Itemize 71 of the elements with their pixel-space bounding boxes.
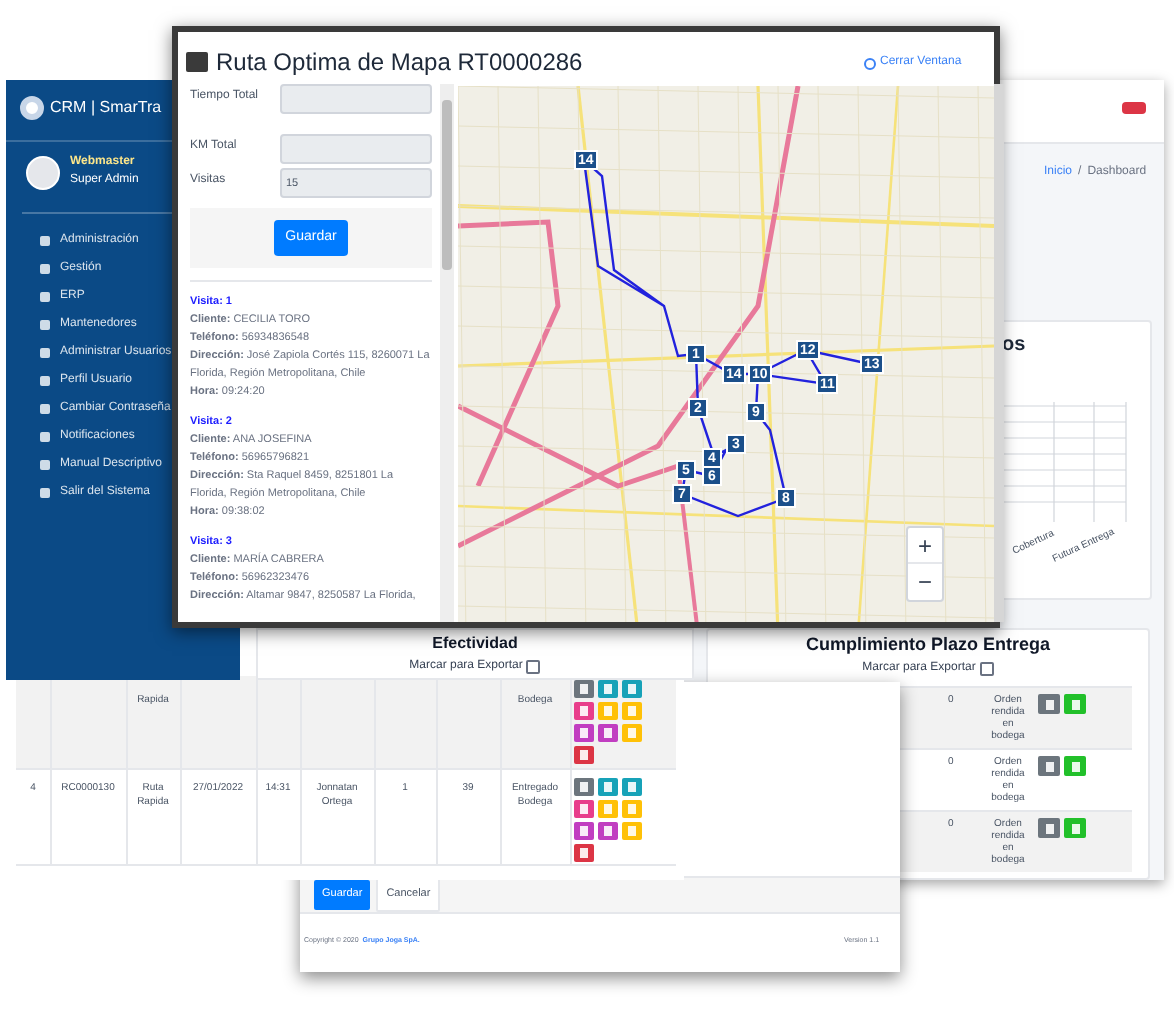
document-icon (628, 826, 636, 836)
zoom-in-button[interactable]: + (908, 528, 942, 564)
action-button[interactable] (574, 702, 594, 720)
action-button[interactable] (1038, 818, 1060, 838)
document-icon (580, 804, 588, 814)
menu-item-icon (40, 431, 50, 441)
action-button[interactable] (574, 800, 594, 818)
action-button[interactable] (574, 822, 594, 840)
input-field[interactable] (280, 134, 432, 164)
action-button[interactable] (574, 844, 594, 862)
zoom-out-button[interactable]: − (908, 564, 942, 600)
action-button[interactable] (1064, 818, 1086, 838)
action-button[interactable] (1064, 756, 1086, 776)
document-icon (580, 706, 588, 716)
menu-item-icon (40, 263, 50, 273)
document-icon (1071, 823, 1079, 833)
action-button[interactable] (598, 724, 618, 742)
export-checkbox[interactable] (526, 660, 541, 674)
document-icon (1071, 699, 1079, 709)
document-icon (628, 684, 636, 694)
document-icon (580, 728, 588, 738)
menu-item-icon (40, 347, 50, 357)
action-button[interactable] (622, 778, 642, 796)
document-icon (604, 826, 612, 836)
brand-name: CRM | SmarTra (50, 96, 162, 120)
action-button[interactable] (1038, 694, 1060, 714)
avatar-icon (26, 155, 60, 189)
document-icon (1045, 823, 1053, 833)
document-icon (604, 782, 612, 792)
action-button[interactable] (1038, 756, 1060, 776)
document-icon (628, 782, 636, 792)
document-icon (1045, 761, 1053, 771)
briefcase-icon (186, 52, 208, 72)
card-title: Efectividad (430, 632, 520, 656)
menu-item-icon (40, 291, 50, 301)
card-title: Cumplimiento Plazo Entrega (803, 632, 1052, 658)
document-icon (580, 782, 588, 792)
action-button[interactable] (1064, 694, 1086, 714)
card-title: os (1002, 332, 1026, 360)
document-icon (628, 728, 636, 738)
action-button[interactable] (574, 746, 594, 764)
action-button[interactable] (574, 680, 594, 698)
action-button[interactable] (574, 724, 594, 742)
menu-item-icon (40, 403, 50, 413)
input-field[interactable] (280, 84, 432, 114)
document-icon (580, 848, 588, 858)
document-icon (580, 750, 588, 760)
logo-icon (20, 96, 44, 120)
action-button[interactable] (598, 680, 618, 698)
menu-item-icon (40, 235, 50, 245)
menu-item-icon (40, 459, 50, 469)
notification-badge-icon (1122, 102, 1146, 114)
document-icon (604, 728, 612, 738)
action-button[interactable] (598, 778, 618, 796)
menu-item-icon (40, 375, 50, 385)
document-icon (604, 804, 612, 814)
document-icon (1045, 699, 1053, 709)
action-button[interactable] (598, 822, 618, 840)
document-icon (580, 684, 588, 694)
action-button[interactable] (574, 778, 594, 796)
document-icon (604, 706, 612, 716)
document-icon (628, 706, 636, 716)
action-button[interactable] (622, 680, 642, 698)
menu-item-icon (40, 319, 50, 329)
document-icon (628, 804, 636, 814)
document-icon (580, 826, 588, 836)
menu-item-icon (40, 487, 50, 497)
document-icon (1071, 761, 1079, 771)
modal-title: Ruta Optima de Mapa RT0000286 (216, 46, 583, 80)
export-checkbox[interactable] (979, 662, 994, 676)
document-icon (604, 684, 612, 694)
